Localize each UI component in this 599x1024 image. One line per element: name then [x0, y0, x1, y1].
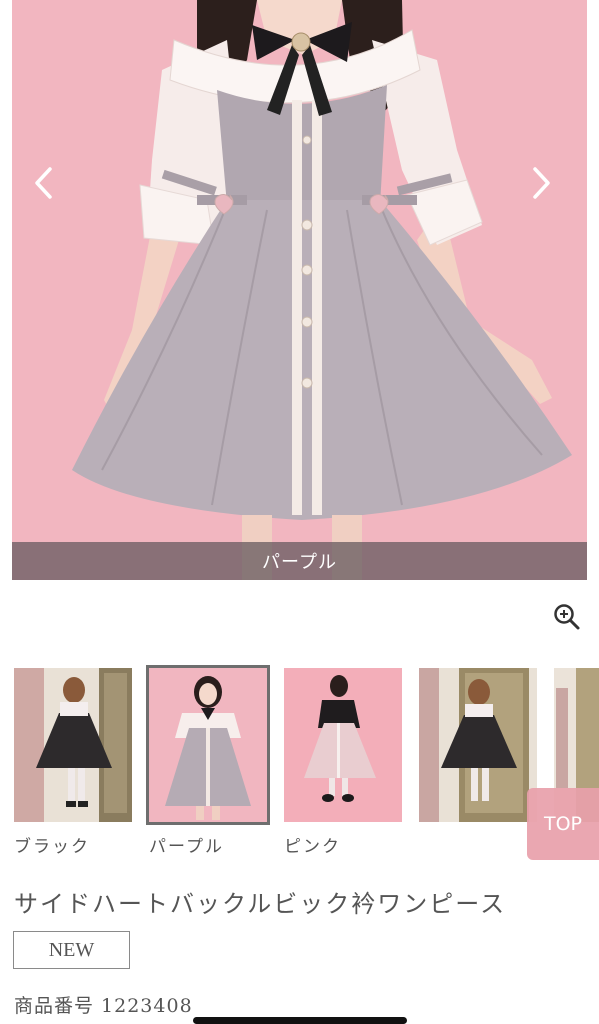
zoom-in-icon	[554, 604, 580, 630]
zoom-button[interactable]	[550, 600, 584, 634]
thumbnail-image	[14, 668, 132, 822]
image-color-caption: パープル	[12, 542, 587, 580]
thumbnail-label: パープル	[149, 837, 224, 857]
product-title: サイドハートバックルビック衿ワンピース	[14, 890, 507, 918]
product-main-image[interactable]: パープル	[12, 0, 587, 580]
chevron-right-icon	[533, 167, 550, 199]
home-indicator	[193, 1017, 407, 1024]
chevron-left-icon	[35, 167, 52, 199]
thumbnail-label: ブラック	[14, 837, 90, 857]
model-photo	[72, 0, 572, 580]
prev-image-button[interactable]	[32, 166, 72, 206]
next-image-button[interactable]	[529, 166, 569, 206]
back-to-top-button[interactable]: TOP	[527, 788, 599, 860]
thumbnail-image	[146, 665, 270, 825]
product-code: 商品番号 1223408	[14, 995, 193, 1017]
thumbnail-image	[284, 668, 402, 822]
color-thumbnail-strip: ブラック パープル ピンク	[0, 664, 599, 864]
thumbnail-label: ピンク	[284, 837, 341, 857]
new-badge: NEW	[13, 931, 130, 969]
thumbnail-image	[419, 668, 537, 822]
